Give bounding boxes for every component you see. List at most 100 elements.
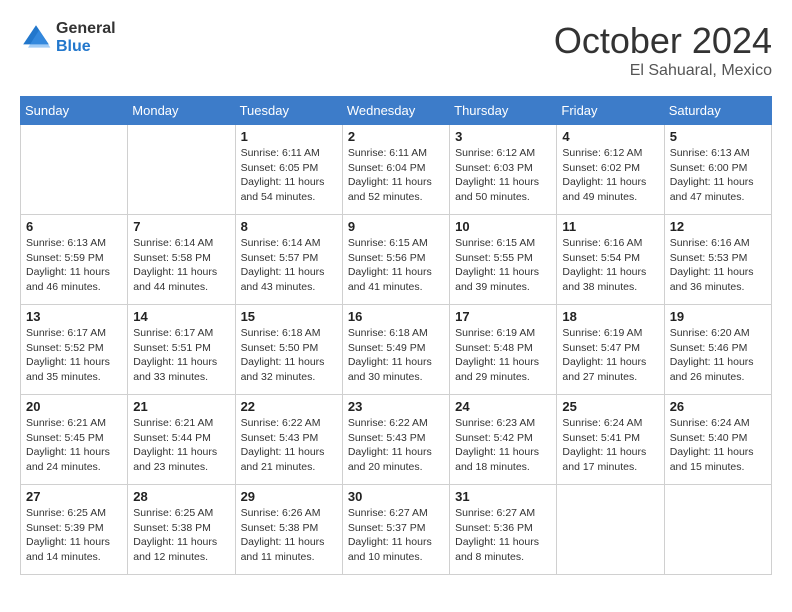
- day-info: Sunrise: 6:18 AM Sunset: 5:49 PM Dayligh…: [348, 326, 444, 385]
- page-header: General Blue October 2024 El Sahuaral, M…: [20, 20, 772, 80]
- day-number: 19: [670, 309, 766, 324]
- day-number: 14: [133, 309, 229, 324]
- calendar-cell: [21, 125, 128, 215]
- calendar-cell: [664, 485, 771, 575]
- day-info: Sunrise: 6:21 AM Sunset: 5:45 PM Dayligh…: [26, 416, 122, 475]
- calendar-body: 1Sunrise: 6:11 AM Sunset: 6:05 PM Daylig…: [21, 125, 772, 575]
- days-of-week-row: SundayMondayTuesdayWednesdayThursdayFrid…: [21, 97, 772, 125]
- calendar-header: SundayMondayTuesdayWednesdayThursdayFrid…: [21, 97, 772, 125]
- day-number: 25: [562, 399, 658, 414]
- logo-icon: [20, 22, 52, 54]
- calendar-cell: 24 Sunrise: 6:23 AM Sunset: 5:42 PM Dayli…: [450, 395, 557, 485]
- day-number: 2: [348, 129, 444, 144]
- location: El Sahuaral, Mexico: [554, 62, 772, 80]
- day-number: 28: [133, 489, 229, 504]
- day-number: 3: [455, 129, 551, 144]
- day-info: Sunrise: 6:14 AM Sunset: 5:58 PM Dayligh…: [133, 236, 229, 295]
- calendar-cell: 5Sunrise: 6:13 AM Sunset: 6:00 PM Daylig…: [664, 125, 771, 215]
- day-number: 10: [455, 219, 551, 234]
- day-info: Sunrise: 6:25 AM Sunset: 5:38 PM Dayligh…: [133, 506, 229, 565]
- logo: General Blue: [20, 20, 116, 55]
- calendar-cell: 30 Sunrise: 6:27 AM Sunset: 5:37 PM Dayli…: [342, 485, 449, 575]
- week-row-2: 6 Sunrise: 6:13 AM Sunset: 5:59 PM Daylig…: [21, 215, 772, 305]
- day-info: Sunrise: 6:18 AM Sunset: 5:50 PM Dayligh…: [241, 326, 337, 385]
- calendar-cell: 29 Sunrise: 6:26 AM Sunset: 5:38 PM Dayli…: [235, 485, 342, 575]
- calendar-cell: 13 Sunrise: 6:17 AM Sunset: 5:52 PM Dayli…: [21, 305, 128, 395]
- day-info: Sunrise: 6:12 AM Sunset: 6:02 PM Dayligh…: [562, 146, 658, 205]
- day-number: 17: [455, 309, 551, 324]
- calendar-cell: 18Sunrise: 6:19 AM Sunset: 5:47 PM Dayli…: [557, 305, 664, 395]
- day-of-week-wednesday: Wednesday: [342, 97, 449, 125]
- week-row-5: 27 Sunrise: 6:25 AM Sunset: 5:39 PM Dayli…: [21, 485, 772, 575]
- calendar-cell: 19 Sunrise: 6:20 AM Sunset: 5:46 PM Dayli…: [664, 305, 771, 395]
- day-number: 16: [348, 309, 444, 324]
- calendar-cell: 25 Sunrise: 6:24 AM Sunset: 5:41 PM Dayli…: [557, 395, 664, 485]
- calendar-cell: 9 Sunrise: 6:15 AM Sunset: 5:56 PM Daylig…: [342, 215, 449, 305]
- day-number: 6: [26, 219, 122, 234]
- day-info: Sunrise: 6:11 AM Sunset: 6:04 PM Dayligh…: [348, 146, 444, 205]
- day-info: Sunrise: 6:25 AM Sunset: 5:39 PM Dayligh…: [26, 506, 122, 565]
- calendar-cell: 6 Sunrise: 6:13 AM Sunset: 5:59 PM Daylig…: [21, 215, 128, 305]
- day-number: 23: [348, 399, 444, 414]
- day-number: 8: [241, 219, 337, 234]
- day-info: Sunrise: 6:27 AM Sunset: 5:37 PM Dayligh…: [348, 506, 444, 565]
- day-info: Sunrise: 6:24 AM Sunset: 5:40 PM Dayligh…: [670, 416, 766, 475]
- day-number: 13: [26, 309, 122, 324]
- calendar-cell: 31 Sunrise: 6:27 AM Sunset: 5:36 PM Dayli…: [450, 485, 557, 575]
- day-number: 26: [670, 399, 766, 414]
- day-number: 4: [562, 129, 658, 144]
- day-info: Sunrise: 6:19 AM Sunset: 5:48 PM Dayligh…: [455, 326, 551, 385]
- day-number: 15: [241, 309, 337, 324]
- week-row-1: 1Sunrise: 6:11 AM Sunset: 6:05 PM Daylig…: [21, 125, 772, 215]
- calendar-cell: 3 Sunrise: 6:12 AM Sunset: 6:03 PM Daylig…: [450, 125, 557, 215]
- day-number: 30: [348, 489, 444, 504]
- day-info: Sunrise: 6:16 AM Sunset: 5:54 PM Dayligh…: [562, 236, 658, 295]
- calendar-cell: 21 Sunrise: 6:21 AM Sunset: 5:44 PM Dayli…: [128, 395, 235, 485]
- logo-general: General: [56, 20, 116, 38]
- title-block: October 2024 El Sahuaral, Mexico: [554, 20, 772, 80]
- calendar-cell: 14Sunrise: 6:17 AM Sunset: 5:51 PM Dayli…: [128, 305, 235, 395]
- day-number: 11: [562, 219, 658, 234]
- calendar-cell: 26 Sunrise: 6:24 AM Sunset: 5:40 PM Dayli…: [664, 395, 771, 485]
- day-info: Sunrise: 6:23 AM Sunset: 5:42 PM Dayligh…: [455, 416, 551, 475]
- day-number: 31: [455, 489, 551, 504]
- day-number: 20: [26, 399, 122, 414]
- day-number: 9: [348, 219, 444, 234]
- day-info: Sunrise: 6:12 AM Sunset: 6:03 PM Dayligh…: [455, 146, 551, 205]
- day-info: Sunrise: 6:13 AM Sunset: 5:59 PM Dayligh…: [26, 236, 122, 295]
- calendar-cell: 22Sunrise: 6:22 AM Sunset: 5:43 PM Dayli…: [235, 395, 342, 485]
- month-title: October 2024: [554, 20, 772, 62]
- day-number: 24: [455, 399, 551, 414]
- calendar-cell: 11 Sunrise: 6:16 AM Sunset: 5:54 PM Dayli…: [557, 215, 664, 305]
- calendar-cell: [557, 485, 664, 575]
- day-info: Sunrise: 6:15 AM Sunset: 5:55 PM Dayligh…: [455, 236, 551, 295]
- day-info: Sunrise: 6:17 AM Sunset: 5:52 PM Dayligh…: [26, 326, 122, 385]
- calendar-cell: 1Sunrise: 6:11 AM Sunset: 6:05 PM Daylig…: [235, 125, 342, 215]
- day-of-week-tuesday: Tuesday: [235, 97, 342, 125]
- day-info: Sunrise: 6:26 AM Sunset: 5:38 PM Dayligh…: [241, 506, 337, 565]
- calendar-cell: 4 Sunrise: 6:12 AM Sunset: 6:02 PM Daylig…: [557, 125, 664, 215]
- day-number: 29: [241, 489, 337, 504]
- day-info: Sunrise: 6:21 AM Sunset: 5:44 PM Dayligh…: [133, 416, 229, 475]
- day-info: Sunrise: 6:11 AM Sunset: 6:05 PM Dayligh…: [241, 146, 337, 205]
- day-info: Sunrise: 6:27 AM Sunset: 5:36 PM Dayligh…: [455, 506, 551, 565]
- day-info: Sunrise: 6:19 AM Sunset: 5:47 PM Dayligh…: [562, 326, 658, 385]
- day-info: Sunrise: 6:15 AM Sunset: 5:56 PM Dayligh…: [348, 236, 444, 295]
- day-info: Sunrise: 6:13 AM Sunset: 6:00 PM Dayligh…: [670, 146, 766, 205]
- day-of-week-sunday: Sunday: [21, 97, 128, 125]
- day-info: Sunrise: 6:24 AM Sunset: 5:41 PM Dayligh…: [562, 416, 658, 475]
- day-info: Sunrise: 6:14 AM Sunset: 5:57 PM Dayligh…: [241, 236, 337, 295]
- calendar-cell: 7 Sunrise: 6:14 AM Sunset: 5:58 PM Daylig…: [128, 215, 235, 305]
- day-number: 27: [26, 489, 122, 504]
- day-number: 7: [133, 219, 229, 234]
- calendar-cell: 20 Sunrise: 6:21 AM Sunset: 5:45 PM Dayli…: [21, 395, 128, 485]
- day-number: 12: [670, 219, 766, 234]
- day-info: Sunrise: 6:16 AM Sunset: 5:53 PM Dayligh…: [670, 236, 766, 295]
- day-of-week-thursday: Thursday: [450, 97, 557, 125]
- calendar-cell: 8 Sunrise: 6:14 AM Sunset: 5:57 PM Daylig…: [235, 215, 342, 305]
- logo-blue: Blue: [56, 38, 116, 56]
- day-of-week-friday: Friday: [557, 97, 664, 125]
- calendar-cell: 15 Sunrise: 6:18 AM Sunset: 5:50 PM Dayli…: [235, 305, 342, 395]
- day-info: Sunrise: 6:20 AM Sunset: 5:46 PM Dayligh…: [670, 326, 766, 385]
- day-number: 21: [133, 399, 229, 414]
